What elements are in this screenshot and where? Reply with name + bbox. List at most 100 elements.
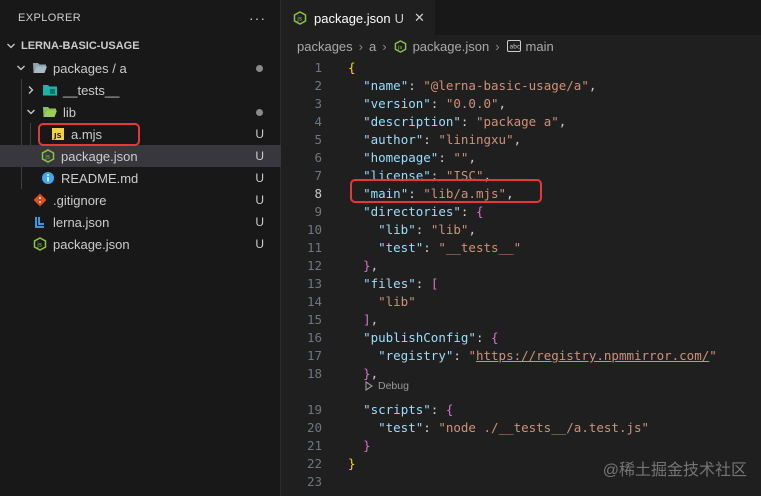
folder-open-icon — [32, 60, 48, 76]
tree-item-label: package.json — [61, 148, 138, 164]
line-text: "test": "node ./__tests__/a.test.js" — [378, 420, 650, 435]
tests-folder-icon — [42, 82, 58, 98]
tree-item-lib[interactable]: lib — [0, 101, 281, 123]
line-text: "registry": "https://registry.npmmirror.… — [378, 348, 717, 363]
tab-status: U — [394, 10, 405, 26]
code-line[interactable]: 13 "files": [ — [282, 275, 761, 293]
git-icon — [32, 192, 48, 208]
chevron-right-icon: › — [358, 38, 363, 54]
tree-item-packages-a[interactable]: packages / a — [0, 57, 281, 79]
tree-item-readme[interactable]: README.md U — [0, 167, 281, 189]
line-number: 15 — [306, 312, 322, 327]
line-number: 2 — [314, 78, 322, 93]
chevron-right-icon — [24, 83, 38, 97]
code-line[interactable]: 6 "homepage": "", — [282, 149, 761, 167]
tab-bar: js package.json U ✕ — [282, 0, 761, 35]
untracked-status: U — [255, 171, 264, 185]
line-text: "directories": { — [363, 204, 484, 219]
string-symbol-icon: abc — [506, 38, 522, 54]
code-line[interactable]: 20 "test": "node ./__tests__/a.test.js" — [282, 419, 761, 437]
line-text: "version": "0.0.0", — [363, 96, 507, 111]
svg-text:js: js — [397, 44, 403, 50]
tab-label: package.json — [314, 10, 391, 26]
tree-item-label: packages / a — [53, 60, 127, 76]
line-number: 23 — [306, 474, 322, 489]
tree-item-label: .gitignore — [53, 192, 107, 208]
debug-codelens[interactable]: Debug — [364, 378, 409, 394]
line-number: 22 — [306, 456, 322, 471]
tab-package-json[interactable]: js package.json U ✕ — [282, 0, 435, 35]
line-text: } — [363, 438, 371, 453]
more-actions-icon[interactable]: ··· — [249, 10, 266, 26]
codelens-label: Debug — [378, 380, 409, 392]
code-line[interactable]: 21 } — [282, 437, 761, 455]
lerna-icon — [32, 214, 48, 230]
line-number: 9 — [314, 204, 322, 219]
line-number: 20 — [306, 420, 322, 435]
tree-item-label: __tests__ — [63, 82, 120, 98]
code-line[interactable]: 18 }, — [282, 365, 761, 383]
line-number: 21 — [306, 438, 322, 453]
line-number: 8 — [314, 186, 322, 201]
breadcrumb-item[interactable]: main — [526, 39, 554, 54]
line-text: "files": [ — [363, 276, 439, 291]
tree-item-label: package.json — [53, 236, 130, 252]
explorer-sidebar: EXPLORER ··· LERNA-BASIC-USAGE packages … — [0, 0, 281, 496]
code-line[interactable]: 1{ — [282, 59, 761, 77]
line-number: 5 — [314, 132, 322, 147]
code-line[interactable]: 19 "scripts": { — [282, 401, 761, 419]
line-number: 17 — [306, 348, 322, 363]
code-line[interactable]: 14 "lib" — [282, 293, 761, 311]
code-line[interactable]: 2 "name": "@lerna-basic-usage/a", — [282, 77, 761, 95]
line-number: 3 — [314, 96, 322, 111]
nodejs-file-icon: js — [32, 236, 48, 252]
line-number: 13 — [306, 276, 322, 291]
tree-item-label: README.md — [61, 170, 139, 186]
chevron-down-icon — [14, 61, 28, 75]
info-icon — [40, 170, 56, 186]
line-number: 19 — [306, 402, 322, 417]
workspace-root-label: LERNA-BASIC-USAGE — [21, 40, 140, 52]
breadcrumb-item[interactable]: package.json — [413, 39, 490, 54]
code-line[interactable]: 3 "version": "0.0.0", — [282, 95, 761, 113]
code-line[interactable]: 11 "test": "__tests__" — [282, 239, 761, 257]
close-icon[interactable]: ✕ — [414, 10, 425, 26]
tree-item-package-json-a[interactable]: js package.json U — [0, 145, 281, 167]
untracked-status: U — [255, 127, 264, 141]
line-text: ], — [363, 312, 379, 327]
play-icon — [365, 381, 373, 391]
svg-text:js: js — [36, 242, 42, 249]
code-line[interactable]: 4 "description": "package a", — [282, 113, 761, 131]
untracked-status: U — [255, 193, 264, 207]
line-text: "scripts": { — [363, 402, 454, 417]
line-number: 16 — [306, 330, 322, 345]
chevron-down-icon — [24, 105, 38, 119]
code-line[interactable]: 16 "publishConfig": { — [282, 329, 761, 347]
line-number: 4 — [314, 114, 322, 129]
svg-text:js: js — [296, 16, 302, 23]
editor-area: js package.json U ✕ packages › a › js pa… — [282, 0, 761, 496]
tree-item-lerna-json[interactable]: lerna.json U — [0, 211, 281, 233]
breadcrumb-item[interactable]: packages — [297, 39, 353, 54]
svg-text:abc: abc — [509, 44, 520, 51]
highlight-box-main-line — [350, 179, 542, 203]
breadcrumb-item[interactable]: a — [369, 39, 376, 54]
tree-item-tests[interactable]: __tests__ — [0, 79, 281, 101]
line-number: 12 — [306, 258, 322, 273]
chevron-right-icon: › — [495, 38, 500, 54]
code-line[interactable]: 12 }, — [282, 257, 761, 275]
code-line[interactable]: 10 "lib": "lib", — [282, 221, 761, 239]
code-line[interactable]: 5 "author": "liningxu", — [282, 131, 761, 149]
tree-item-gitignore[interactable]: .gitignore U — [0, 189, 281, 211]
workspace-root[interactable]: LERNA-BASIC-USAGE — [0, 35, 281, 57]
lib-folder-icon — [42, 104, 58, 120]
untracked-status: U — [255, 237, 264, 251]
line-number: 11 — [306, 240, 322, 255]
watermark-text: @稀土掘金技术社区 — [602, 462, 747, 479]
line-number: 14 — [306, 294, 322, 309]
code-line[interactable]: 17 "registry": "https://registry.npmmirr… — [282, 347, 761, 365]
code-line[interactable]: 15 ], — [282, 311, 761, 329]
nodejs-file-icon: js — [292, 10, 308, 26]
tree-item-package-json-root[interactable]: js package.json U — [0, 233, 281, 255]
code-line[interactable]: 9 "directories": { — [282, 203, 761, 221]
